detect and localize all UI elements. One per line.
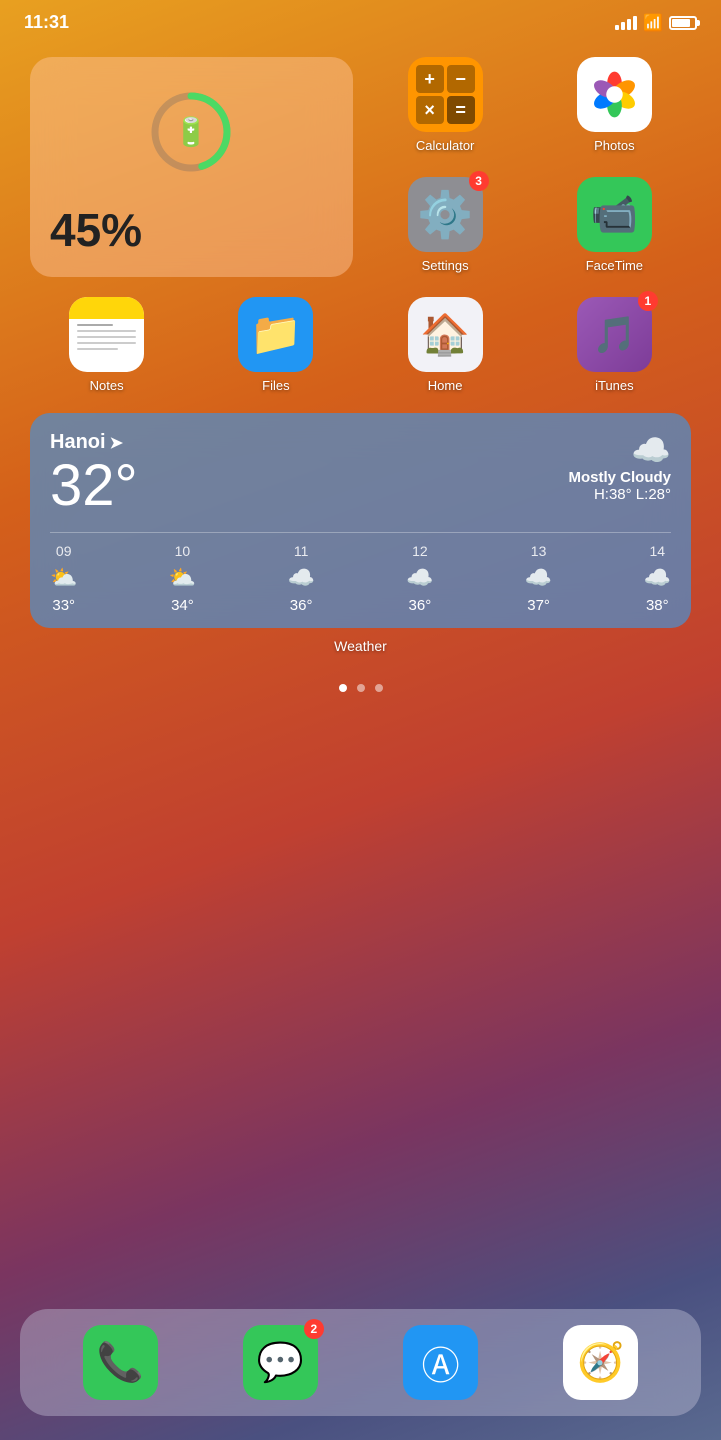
weather-high-low: H:38° L:28° — [568, 486, 671, 503]
page-dots — [0, 684, 721, 692]
app-settings[interactable]: ⚙️ 3 Settings — [369, 177, 522, 277]
dock: 📞 💬 2 Ⓐ 🧭 — [20, 1309, 701, 1416]
weather-condition-section: ☁️ Mostly Cloudy H:38° L:28° — [568, 431, 671, 503]
itunes-icon: 🎵 1 — [577, 297, 652, 372]
facetime-icon: 📹 — [577, 177, 652, 252]
files-label: Files — [262, 378, 289, 393]
dock-messages[interactable]: 💬 2 — [243, 1325, 318, 1400]
safari-icon: 🧭 — [563, 1325, 638, 1400]
signal-icon — [615, 16, 637, 30]
weather-condition: Mostly Cloudy — [568, 469, 671, 486]
weather-forecast: 09 ⛅ 33° 10 ⛅ 34° 11 ☁️ 36° 12 ☁️ 36° 13 — [50, 532, 671, 614]
battery-widget[interactable]: 🔋 45% — [30, 57, 353, 277]
wifi-icon: 📶 — [643, 13, 663, 33]
weather-cloud-icon: ☁️ — [568, 431, 671, 469]
app-files[interactable]: 📁 Files — [199, 297, 352, 393]
weather-header: Hanoi ➤ 32° ☁️ Mostly Cloudy H:38° L:28° — [50, 431, 671, 518]
status-bar: 11:31 📶 — [0, 0, 721, 37]
app-home[interactable]: 🏠 Home — [369, 297, 522, 393]
app-grid: 🔋 45% + − × = Calculator — [0, 47, 721, 403]
forecast-13: 13 ☁️ 37° — [525, 543, 552, 614]
forecast-10: 10 ⛅ 34° — [169, 543, 196, 614]
page-dot-2[interactable] — [357, 684, 365, 692]
battery-ring: 🔋 — [146, 87, 236, 177]
status-icons: 📶 — [615, 13, 697, 33]
page-dot-1[interactable] — [339, 684, 347, 692]
settings-badge: 3 — [469, 171, 489, 191]
speech-bubble-icon: 💬 — [257, 1341, 304, 1385]
weather-widget-label: Weather — [0, 638, 721, 654]
status-time: 11:31 — [24, 12, 69, 33]
battery-percent: 45% — [50, 203, 333, 257]
battery-icon — [669, 16, 697, 30]
photos-icon — [577, 57, 652, 132]
forecast-09: 09 ⛅ 33° — [50, 543, 77, 614]
weather-widget[interactable]: Hanoi ➤ 32° ☁️ Mostly Cloudy H:38° L:28°… — [30, 413, 691, 628]
settings-label: Settings — [422, 258, 469, 273]
app-facetime[interactable]: 📹 FaceTime — [538, 177, 691, 277]
forecast-14: 14 ☁️ 38° — [644, 543, 671, 614]
dock-appstore[interactable]: Ⓐ — [403, 1325, 478, 1400]
location-arrow-icon: ➤ — [110, 433, 123, 453]
home-icon: 🏠 — [408, 297, 483, 372]
dock-phone[interactable]: 📞 — [83, 1325, 158, 1400]
house-icon: 🏠 — [420, 311, 470, 358]
forecast-12: 12 ☁️ 36° — [406, 543, 433, 614]
settings-icon: ⚙️ 3 — [408, 177, 483, 252]
page-dot-3[interactable] — [375, 684, 383, 692]
files-icon: 📁 — [238, 297, 313, 372]
battery-device-icon: 🔋 — [174, 116, 209, 149]
weather-location-section: Hanoi ➤ 32° — [50, 431, 138, 518]
app-calculator[interactable]: + − × = Calculator — [369, 57, 522, 157]
itunes-badge: 1 — [638, 291, 658, 311]
music-note-icon: 🎵 — [592, 314, 637, 356]
gear-icon: ⚙️ — [417, 188, 473, 241]
compass-icon: 🧭 — [577, 1341, 624, 1385]
notes-label: Notes — [90, 378, 124, 393]
app-store-a-icon: Ⓐ — [422, 1335, 460, 1390]
app-itunes[interactable]: 🎵 1 iTunes — [538, 297, 691, 393]
calculator-icon: + − × = — [408, 57, 483, 132]
home-label: Home — [428, 378, 463, 393]
messages-badge: 2 — [304, 1319, 324, 1339]
weather-location: Hanoi ➤ — [50, 431, 138, 454]
notes-icon — [69, 297, 144, 372]
weather-temperature: 32° — [50, 454, 138, 518]
dock-safari[interactable]: 🧭 — [563, 1325, 638, 1400]
calculator-label: Calculator — [416, 138, 475, 153]
app-photos[interactable]: Photos — [538, 57, 691, 157]
appstore-icon: Ⓐ — [403, 1325, 478, 1400]
phone-icon: 📞 — [83, 1325, 158, 1400]
forecast-11: 11 ☁️ 36° — [287, 543, 314, 614]
photos-label: Photos — [594, 138, 634, 153]
folder-icon: 📁 — [250, 310, 302, 359]
itunes-label: iTunes — [595, 378, 634, 393]
battery-ring-container: 🔋 — [50, 87, 333, 177]
phone-handset-icon: 📞 — [96, 1341, 143, 1385]
facetime-label: FaceTime — [586, 258, 643, 273]
battery-fill — [672, 19, 690, 27]
messages-icon: 💬 2 — [243, 1325, 318, 1400]
camera-icon: 📹 — [591, 193, 638, 237]
app-notes[interactable]: Notes — [30, 297, 183, 393]
